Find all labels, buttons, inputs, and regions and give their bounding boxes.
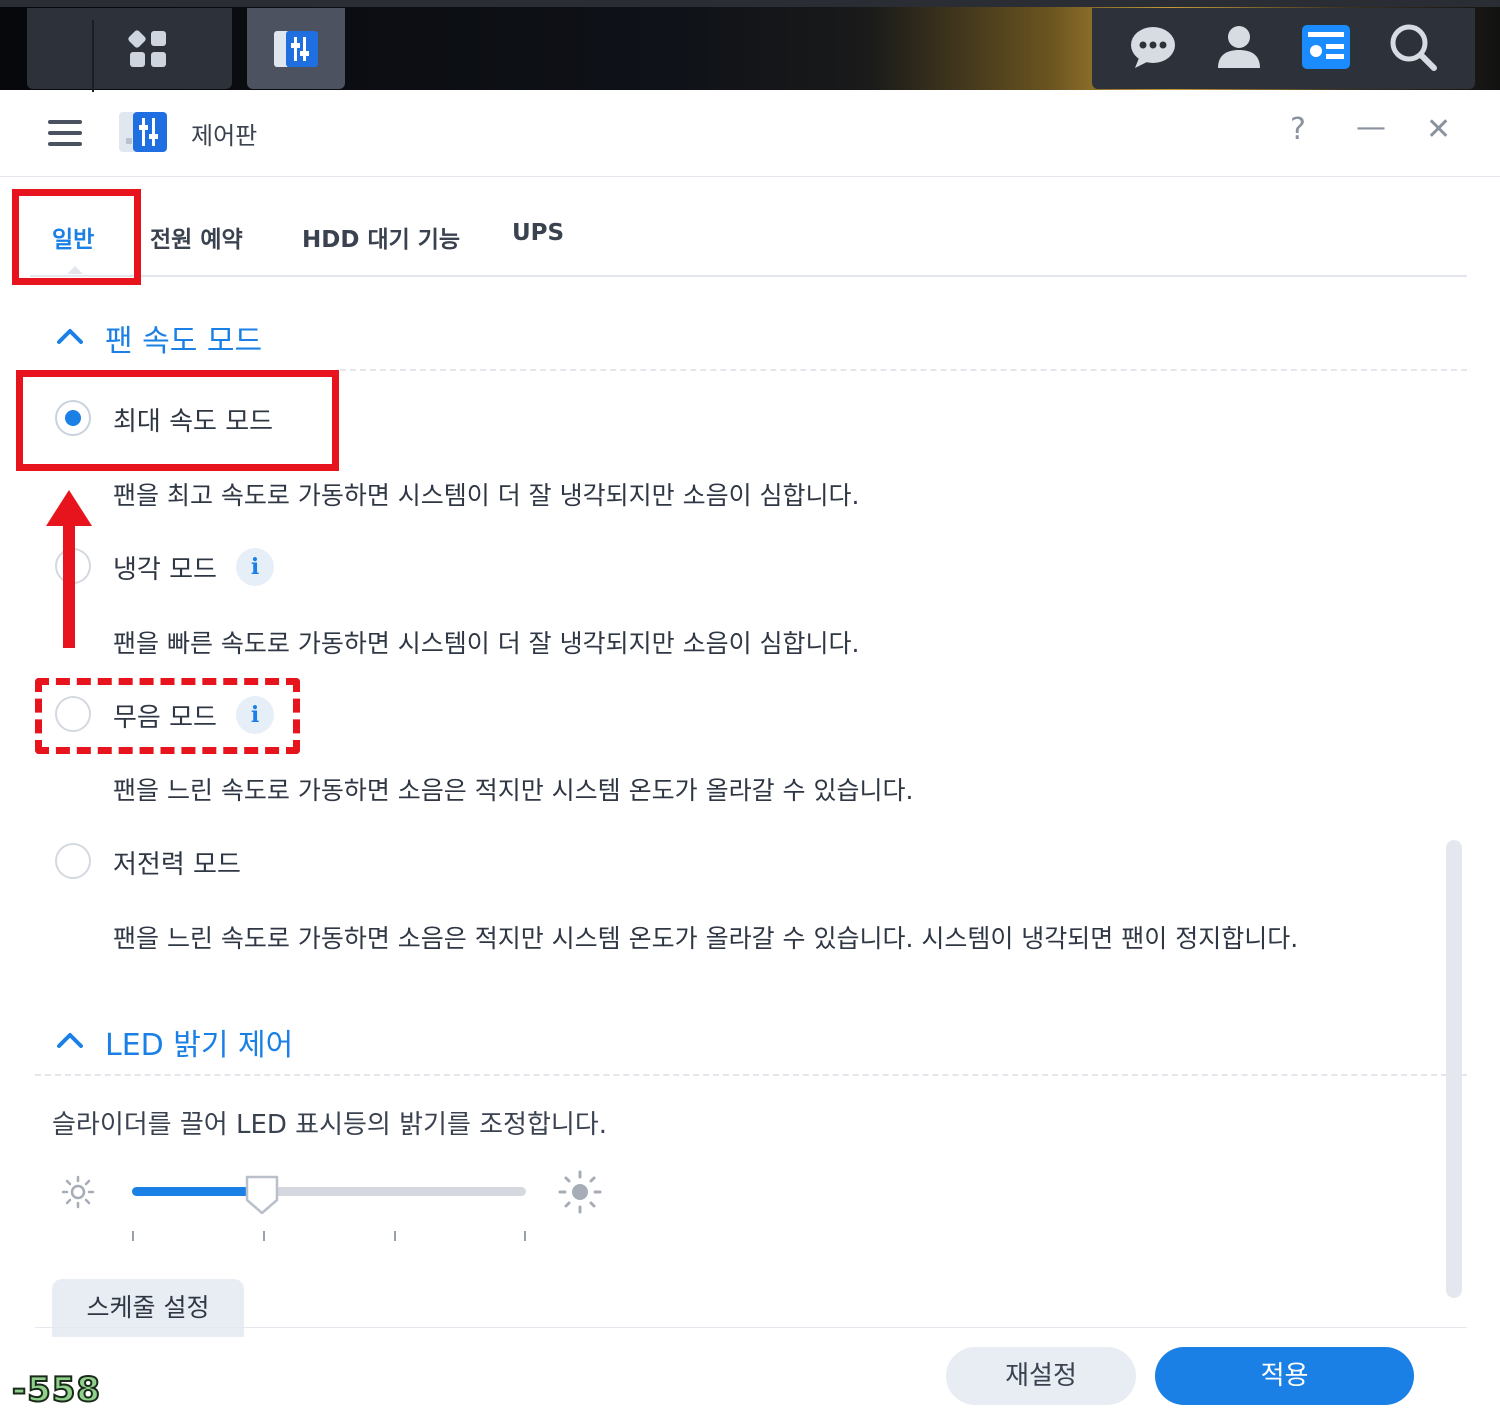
brightness-high-icon [558, 1170, 602, 1214]
slider-tick [263, 1231, 265, 1241]
option-desc-cooling: 팬을 빠른 속도로 가동하면 시스템이 더 잘 냉각되지만 소음이 심합니다. [113, 629, 860, 658]
user-icon[interactable] [1214, 22, 1264, 72]
taskbar-divider [92, 20, 94, 92]
slider-fill [132, 1187, 262, 1196]
apply-button[interactable]: 적용 [1155, 1347, 1414, 1405]
section-divider [340, 369, 1467, 371]
footer-divider [35, 1327, 1467, 1328]
minimize-button[interactable]: — [1356, 110, 1386, 145]
widgets-icon[interactable] [1300, 22, 1352, 72]
section-divider [35, 1074, 1467, 1076]
taskbar-top-edge [0, 0, 1500, 7]
info-icon[interactable]: i [236, 548, 274, 586]
slider-tick [394, 1231, 396, 1241]
help-button[interactable]: ? [1290, 112, 1306, 147]
led-description: 슬라이더를 끌어 LED 표시등의 밝기를 조정합니다. [52, 1110, 608, 1140]
tab-power-schedule[interactable]: 전원 예약 [150, 220, 243, 254]
option-desc-low-power: 팬을 느린 속도로 가동하면 소음은 적지만 시스템 온도가 올라갈 수 있습니… [113, 924, 1299, 953]
watermark-label: -558 [11, 1369, 102, 1411]
scrollbar[interactable] [1446, 840, 1462, 1298]
taskbar [0, 0, 1500, 92]
led-section-title[interactable]: LED 밝기 제어 [105, 1020, 293, 1064]
option-label-cooling[interactable]: 냉각 모드 [113, 549, 217, 586]
slider-tick [132, 1231, 134, 1241]
slider-handle[interactable] [244, 1174, 280, 1216]
annotation-box-max-speed [16, 370, 339, 471]
tab-hdd-hibernation[interactable]: HDD 대기 기능 [302, 220, 460, 254]
collapse-chevron-up-icon[interactable] [56, 326, 84, 350]
reset-button[interactable]: 재설정 [946, 1347, 1136, 1405]
taskbar-left-group [27, 8, 232, 92]
slider-tick [524, 1231, 526, 1241]
annotation-arrow-up-icon [46, 490, 92, 648]
annotation-box-tab [12, 189, 141, 285]
annotation-dashed-box-quiet [35, 678, 300, 754]
tab-bar-divider [30, 275, 1467, 277]
control-panel-icon [118, 108, 170, 156]
fan-speed-section-title[interactable]: 팬 속도 모드 [105, 316, 262, 360]
schedule-settings-button[interactable]: 스케줄 설정 [52, 1279, 244, 1337]
chat-icon[interactable] [1128, 22, 1178, 72]
tab-ups[interactable]: UPS [512, 220, 564, 246]
taskbar-right-group [1092, 8, 1475, 89]
option-label-low-power[interactable]: 저전력 모드 [113, 844, 241, 881]
window-title: 제어판 [191, 122, 258, 150]
main-menu-icon[interactable] [125, 26, 171, 72]
brightness-low-icon [61, 1175, 95, 1209]
option-desc-max-speed: 팬을 최고 속도로 가동하면 시스템이 더 잘 냉각되지만 소음이 심합니다. [113, 481, 860, 510]
search-icon[interactable] [1388, 22, 1438, 72]
close-button[interactable]: ✕ [1426, 112, 1451, 147]
taskbar-control-panel-tab[interactable] [247, 8, 345, 89]
option-desc-quiet: 팬을 느린 속도로 가동하면 소음은 적지만 시스템 온도가 올라갈 수 있습니… [113, 776, 914, 805]
radio-low-power-mode[interactable] [55, 843, 91, 879]
led-brightness-slider[interactable] [132, 1187, 526, 1196]
collapse-chevron-up-icon[interactable] [56, 1030, 84, 1054]
control-panel-app-icon [271, 24, 321, 74]
